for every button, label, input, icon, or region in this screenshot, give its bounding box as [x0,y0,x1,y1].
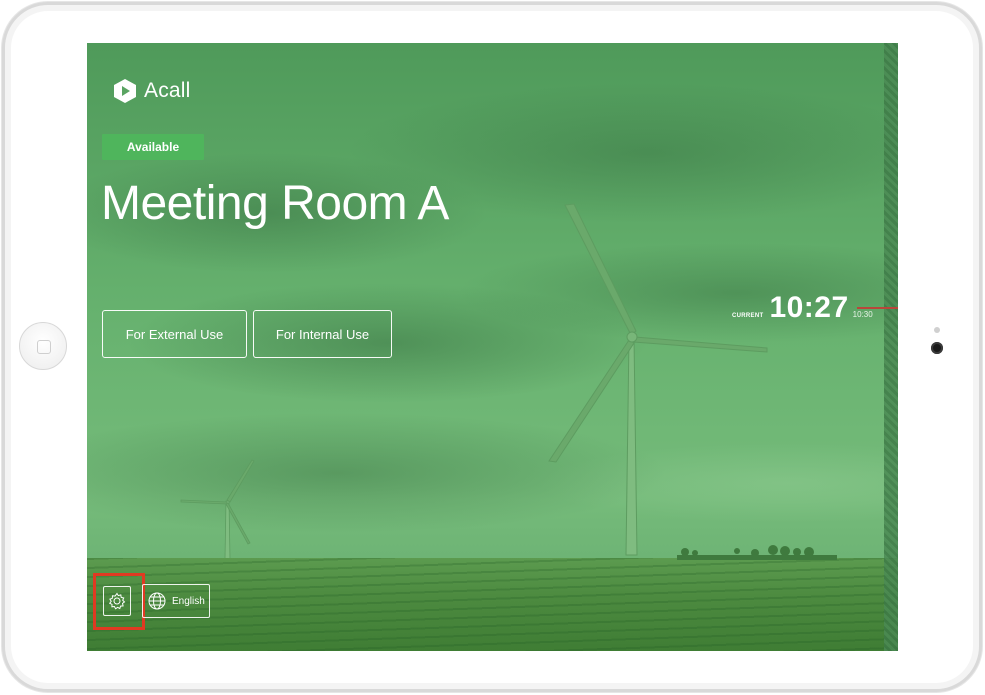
external-use-button[interactable]: For External Use [102,310,247,358]
light-sensor [934,327,940,333]
home-button-glyph [37,340,51,354]
internal-use-button[interactable]: For Internal Use [253,310,392,358]
globe-icon [148,592,166,610]
settings-button[interactable] [103,586,131,616]
current-time-label: CURRENT [732,313,764,319]
language-label: English [172,595,205,607]
current-time-value: 10:27 [769,291,849,324]
status-badge: Available [102,134,204,160]
gear-icon [108,592,126,610]
logo-text: Acall [144,79,191,102]
kiosk-screen: Acall Available Meeting Room A For Exter… [87,43,898,651]
app-logo: Acall [112,78,191,104]
background-trees [677,545,837,560]
home-button[interactable] [19,322,67,370]
room-title: Meeting Room A [101,177,449,230]
language-button[interactable]: English [142,584,210,618]
current-time-display: CURRENT 10:27 10:30 [732,291,873,325]
large-wind-turbine [548,203,768,556]
acall-logo-icon [114,79,136,103]
timeline-tick-label: 10:30 [852,310,873,319]
schedule-timeline-strip[interactable] [884,43,898,651]
small-wind-turbine [180,459,255,560]
front-camera [931,342,943,354]
